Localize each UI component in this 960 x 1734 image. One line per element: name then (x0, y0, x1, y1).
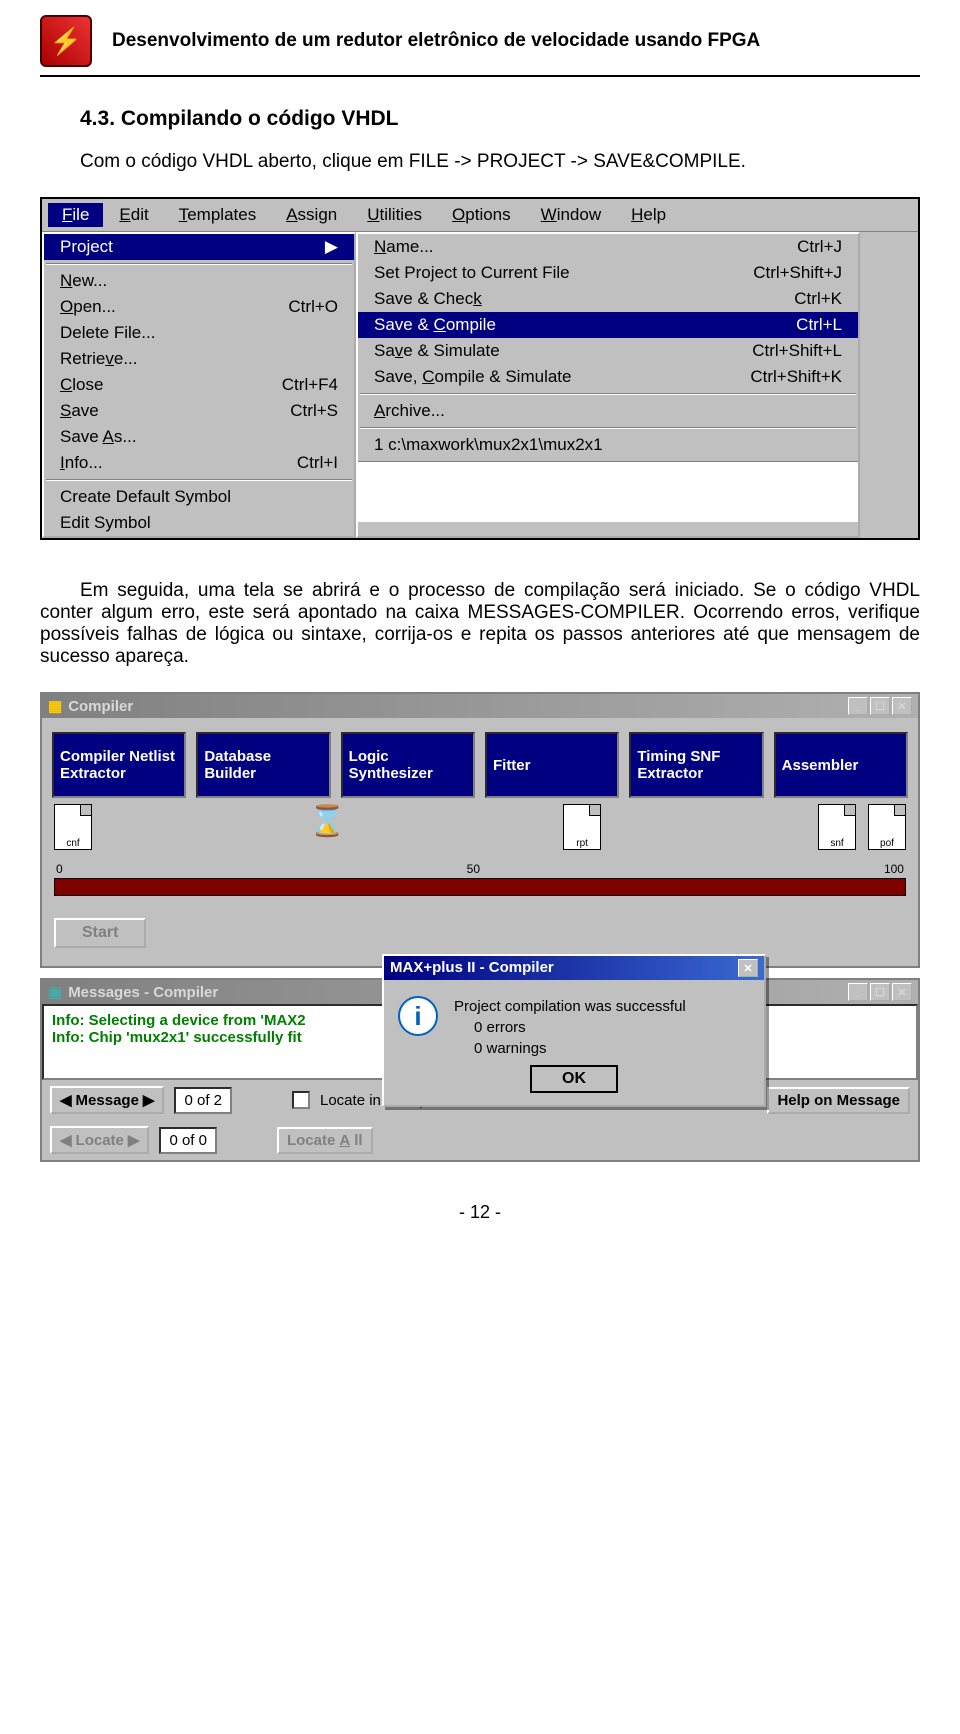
msg-minimize-button[interactable]: _ (848, 983, 868, 1001)
help-on-message-button[interactable]: Help on Message (767, 1087, 910, 1114)
file-icon-rpt: rpt (563, 804, 601, 850)
msg-maximize-button[interactable]: ☐ (870, 983, 890, 1001)
submenu-save-simulate[interactable]: Save & SimulateCtrl+Shift+L (358, 338, 858, 364)
submenu-save-check[interactable]: Save & CheckCtrl+K (358, 286, 858, 312)
locate-checkbox[interactable] (292, 1091, 310, 1109)
popup-title: MAX+plus II - Compiler (390, 959, 554, 977)
menubar: File Edit Templates Assign Utilities Opt… (42, 199, 918, 232)
paragraph-2: Em seguida, uma tela se abrirá e o proce… (40, 580, 920, 668)
locate-nav-button[interactable]: ◀ Locate ▶ (50, 1126, 149, 1154)
messages-icon: ▣ (48, 983, 62, 1001)
header-logo: ⚡ (40, 15, 92, 67)
minimize-button[interactable]: _ (848, 697, 868, 715)
message-counter: 0 of 2 (174, 1087, 232, 1114)
menu-retrieve[interactable]: Retrieve... (44, 346, 354, 372)
popup-close-button[interactable]: ✕ (738, 959, 758, 977)
menu-project[interactable]: Project▶ (44, 234, 354, 260)
popup-line3: 0 warnings (474, 1038, 686, 1059)
stage-logic-synthesizer: Logic Synthesizer (341, 732, 475, 798)
close-button[interactable]: ✕ (892, 697, 912, 715)
menu-save[interactable]: SaveCtrl+S (44, 398, 354, 424)
maximize-button[interactable]: ☐ (870, 697, 890, 715)
file-menu: Project▶ New... Open...Ctrl+O Delete Fil… (42, 232, 356, 538)
stage-assembler: Assembler (774, 732, 908, 798)
popup-line2: 0 errors (474, 1017, 686, 1038)
scale-0: 0 (56, 862, 63, 876)
compile-success-dialog: MAX+plus II - Compiler ✕ i Project compi… (382, 954, 766, 1107)
start-button[interactable]: Start (54, 918, 146, 948)
menu-info[interactable]: Info...Ctrl+I (44, 450, 354, 476)
menubar-templates[interactable]: Templates (165, 203, 270, 227)
info-icon: i (398, 996, 438, 1036)
scale-50: 50 (467, 862, 480, 876)
ok-button[interactable]: OK (530, 1065, 618, 1093)
menubar-utilities[interactable]: Utilities (353, 203, 436, 227)
submenu-save-compile-simulate[interactable]: Save, Compile & SimulateCtrl+Shift+K (358, 364, 858, 390)
submenu-set-current[interactable]: Set Project to Current FileCtrl+Shift+J (358, 260, 858, 286)
file-icon-snf: snf (818, 804, 856, 850)
menu-open[interactable]: Open...Ctrl+O (44, 294, 354, 320)
stage-database-builder: Database Builder (196, 732, 330, 798)
menu-edit-symbol[interactable]: Edit Symbol (44, 510, 354, 536)
menu-create-default-symbol[interactable]: Create Default Symbol (44, 484, 354, 510)
maxplus-menus: File Edit Templates Assign Utilities Opt… (40, 197, 920, 540)
compiler-title: Compiler (68, 698, 133, 715)
file-icon-pof: pof (868, 804, 906, 850)
compiler-icon: ▦ (48, 697, 62, 715)
project-submenu: Name...Ctrl+J Set Project to Current Fil… (356, 232, 860, 538)
menu-delete-file[interactable]: Delete File... (44, 320, 354, 346)
menubar-help[interactable]: Help (617, 203, 680, 227)
doc-title: Desenvolvimento de um redutor eletrônico… (112, 30, 760, 52)
submenu-recent[interactable]: 1 c:\maxwork\mux2x1\mux2x1 (358, 432, 858, 458)
message-nav-button[interactable]: ◀ Message ▶ (50, 1086, 164, 1114)
scale-100: 100 (884, 862, 904, 876)
section-title: 4.3. Compilando o código VHDL (80, 107, 920, 131)
menu-save-as[interactable]: Save As... (44, 424, 354, 450)
stage-fitter: Fitter (485, 732, 619, 798)
menubar-assign[interactable]: Assign (272, 203, 351, 227)
submenu-name[interactable]: Name...Ctrl+J (358, 234, 858, 260)
popup-line1: Project compilation was successful (454, 996, 686, 1017)
submenu-save-compile[interactable]: Save & CompileCtrl+L (358, 312, 858, 338)
menubar-edit[interactable]: Edit (105, 203, 162, 227)
messages-title: Messages - Compiler (68, 984, 218, 1001)
stage-timing-snf: Timing SNF Extractor (629, 732, 763, 798)
paragraph-1: Com o código VHDL aberto, clique em FILE… (40, 151, 920, 173)
progress-bar (54, 878, 906, 896)
menubar-options[interactable]: Options (438, 203, 525, 227)
page-footer: - 12 - (40, 1202, 920, 1223)
menubar-window[interactable]: Window (527, 203, 615, 227)
locate-counter: 0 of 0 (159, 1127, 217, 1154)
file-icon-cnf: cnf (54, 804, 92, 850)
menu-close[interactable]: CloseCtrl+F4 (44, 372, 354, 398)
compiler-window: ▦ Compiler _ ☐ ✕ Compiler Netlist Extrac… (40, 692, 920, 968)
locate-all-button[interactable]: Locate All (277, 1127, 373, 1154)
hourglass-icon: ⌛ (309, 804, 346, 850)
stage-netlist-extractor: Compiler Netlist Extractor (52, 732, 186, 798)
submenu-archive[interactable]: Archive... (358, 398, 858, 424)
menubar-file[interactable]: File (48, 203, 103, 227)
msg-close-button[interactable]: ✕ (892, 983, 912, 1001)
menu-new[interactable]: New... (44, 268, 354, 294)
